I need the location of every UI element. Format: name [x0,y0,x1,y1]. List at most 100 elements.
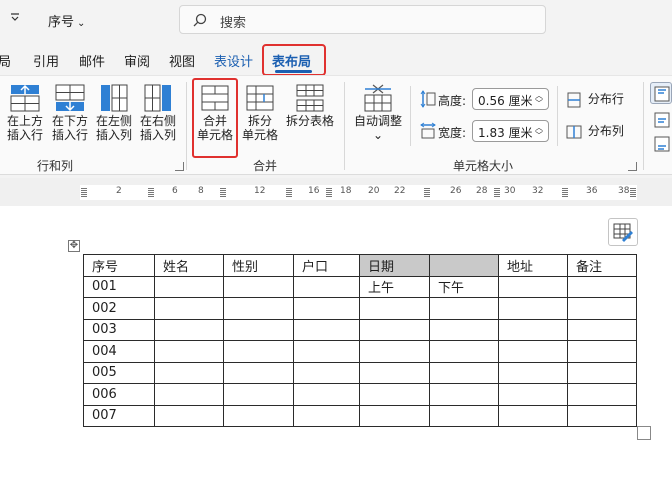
tab-table-design[interactable]: 表设计 [214,51,253,70]
table-cell[interactable] [154,275,224,298]
table-cell[interactable] [154,361,224,384]
ruler-marker[interactable] [630,188,636,197]
spin-down-icon[interactable]: ﹀ [535,100,543,108]
align-bottom-icon[interactable] [654,136,670,152]
table-cell[interactable] [429,297,499,320]
table-cell[interactable] [567,361,637,384]
table-cell[interactable] [293,404,360,427]
table-cell[interactable] [293,275,360,298]
split-table-button[interactable]: 拆分表格 [284,82,336,128]
table-cell[interactable]: 备注 [567,254,637,277]
table-cell-selected[interactable] [429,254,499,277]
table-cell[interactable]: 序号 [83,254,155,277]
table-cell[interactable] [498,383,568,406]
table-cell[interactable]: 003 [83,318,155,341]
spin-down-icon[interactable]: ﹀ [535,132,543,140]
table-resize-handle[interactable] [637,426,651,440]
table-cell[interactable] [223,361,294,384]
ruler-marker[interactable] [494,188,500,197]
tab-view[interactable]: 视图 [169,51,195,70]
table-cell[interactable] [429,404,499,427]
table-cell[interactable] [154,318,224,341]
insert-row-below-button[interactable]: 在下方 插入行 [49,82,91,142]
quick-access-menu-icon[interactable] [10,11,20,25]
table-cell[interactable] [293,340,360,363]
table-cell[interactable] [293,297,360,320]
table-cell[interactable] [498,361,568,384]
distribute-rows-button[interactable]: 分布行 [566,90,624,108]
table-cell[interactable] [498,318,568,341]
table-cell[interactable] [223,404,294,427]
tab-mailings[interactable]: 邮件 [79,51,105,70]
ruler-marker[interactable] [81,188,87,197]
ruler-marker[interactable] [148,188,154,197]
table-move-handle-icon[interactable]: ✥ [68,240,80,252]
table-cell[interactable] [567,340,637,363]
table-cell[interactable] [429,361,499,384]
table-cell[interactable] [154,404,224,427]
table-cell[interactable]: 001 [83,275,155,298]
table-cell[interactable] [429,318,499,341]
insert-column-left-button[interactable]: 在左侧 插入列 [93,82,135,142]
table-cell[interactable] [498,297,568,320]
table-cell[interactable] [359,383,430,406]
table-cell-selected[interactable]: 日期 [359,254,430,277]
table-cell[interactable] [359,404,430,427]
table-cell[interactable] [567,318,637,341]
table-cell[interactable] [359,297,430,320]
column-width-input[interactable]: 1.83 厘米 ︿ ﹀ [472,120,549,142]
table-cell[interactable] [223,340,294,363]
row-height-input[interactable]: 0.56 厘米 ︿ ﹀ [472,88,549,110]
ruler-marker[interactable] [286,188,292,197]
search-box[interactable]: 搜索 [179,5,546,34]
ruler-marker[interactable] [562,188,568,197]
table-cell[interactable]: 006 [83,383,155,406]
table-cell[interactable] [359,361,430,384]
table-cell[interactable] [223,275,294,298]
table-cell[interactable] [567,297,637,320]
table-cell[interactable] [429,383,499,406]
table-cell[interactable] [223,318,294,341]
align-middle-icon[interactable] [654,112,670,128]
tab-layout[interactable]: 局 [0,51,11,70]
table-cell[interactable]: 005 [83,361,155,384]
table-cell[interactable] [359,318,430,341]
distribute-columns-button[interactable]: 分布列 [566,122,624,140]
table-cell[interactable] [293,318,360,341]
table-cell[interactable]: 002 [83,297,155,320]
autofit-button[interactable]: 自动调整 ⌄ [352,82,404,142]
table-cell[interactable] [567,404,637,427]
tab-review[interactable]: 审阅 [124,51,150,70]
table-cell[interactable]: 上午 [359,275,430,298]
table-cell[interactable]: 性别 [223,254,294,277]
split-cells-button[interactable]: 拆分 单元格 [239,82,281,142]
align-top-button[interactable] [650,82,672,104]
quick-layout-button[interactable] [608,218,638,246]
table-cell[interactable] [498,275,568,298]
ruler-marker[interactable] [326,188,332,197]
document-table[interactable]: 序号 姓名 性别 户口 日期 地址 备注 001 上午 下午 002 003 0… [83,254,637,427]
tab-references[interactable]: 引用 [33,51,59,70]
table-cell[interactable] [567,275,637,298]
table-cell[interactable]: 地址 [498,254,568,277]
table-cell[interactable] [359,340,430,363]
ruler-marker[interactable] [424,188,430,197]
table-cell[interactable]: 007 [83,404,155,427]
table-cell[interactable] [498,340,568,363]
table-cell[interactable] [223,297,294,320]
insert-column-right-button[interactable]: 在右侧 插入列 [137,82,179,142]
table-cell[interactable]: 姓名 [154,254,224,277]
table-cell[interactable] [154,383,224,406]
table-cell[interactable] [293,383,360,406]
table-cell[interactable] [567,383,637,406]
tab-table-layout[interactable]: 表布局 [272,51,311,70]
table-cell[interactable] [154,297,224,320]
table-cell[interactable]: 下午 [429,275,499,298]
ruler-marker[interactable] [220,188,226,197]
table-cell[interactable] [293,361,360,384]
document-title[interactable]: 序号 ⌄ [48,11,85,30]
insert-row-above-button[interactable]: 在上方 插入行 [4,82,46,142]
table-cell[interactable]: 户口 [293,254,360,277]
table-cell[interactable]: 004 [83,340,155,363]
table-cell[interactable] [223,383,294,406]
